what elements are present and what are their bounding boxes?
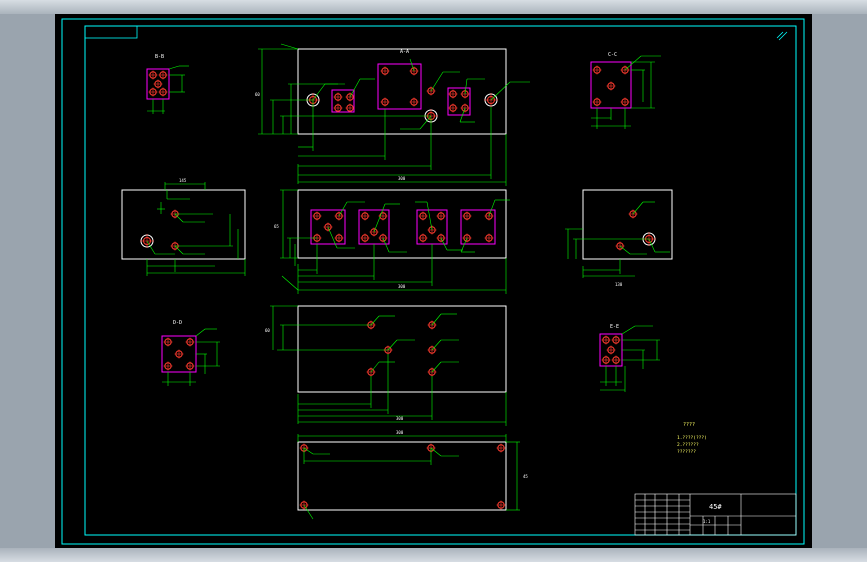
drawing-canvas: A-A 300 60 B-B C-C 145 300 65 130 300 60…	[61, 18, 805, 545]
svg-text:300: 300	[396, 416, 404, 421]
window-top-bar	[0, 0, 867, 14]
sheet-outer-border	[61, 18, 805, 545]
notes-line-1: 1.????(???)	[677, 435, 707, 441]
svg-text:C-C: C-C	[608, 52, 617, 58]
notes-line-2: 2.??????	[677, 442, 699, 448]
window-bottom-bar	[0, 548, 867, 562]
title-block-material: 45#	[709, 503, 722, 511]
notes-line-3: ???????	[677, 449, 696, 455]
svg-text:E-E: E-E	[610, 324, 619, 330]
detail-view-top-right: C-C	[590, 52, 661, 129]
roughness-symbol	[776, 31, 788, 41]
svg-text:D-D: D-D	[173, 320, 182, 326]
svg-text:A-A: A-A	[400, 49, 409, 55]
title-block-ratio: 1:1	[703, 519, 711, 524]
svg-text:300: 300	[398, 176, 406, 181]
detail-view-lower-left: D-D	[161, 320, 220, 386]
drawing-number-box	[84, 25, 138, 39]
svg-text:300: 300	[396, 430, 404, 435]
top-view: A-A 300 60	[255, 43, 530, 186]
svg-text:45: 45	[523, 474, 528, 479]
technical-notes: ???? 1.????(???) 2.?????? ???????	[677, 422, 707, 455]
sheet-inner-border	[84, 25, 797, 536]
svg-text:60: 60	[255, 92, 260, 97]
svg-text:300: 300	[398, 284, 406, 289]
side-view-left: 145	[121, 178, 246, 276]
title-block	[634, 493, 797, 536]
svg-text:B-B: B-B	[155, 54, 164, 60]
plate-view: 300 60	[265, 305, 507, 426]
detail-view-lower-right: E-E	[599, 324, 660, 392]
bottom-view: 300 45	[297, 430, 528, 520]
svg-text:145: 145	[179, 178, 187, 183]
side-view-right: 130	[565, 189, 673, 287]
svg-text:60: 60	[265, 328, 270, 333]
cad-viewport[interactable]: A-A 300 60 B-B C-C 145 300 65 130 300 60…	[55, 14, 812, 548]
detail-view-top-left: B-B	[146, 54, 189, 114]
svg-text:130: 130	[615, 282, 623, 287]
front-view: 300 65	[274, 189, 510, 294]
svg-text:65: 65	[274, 224, 279, 229]
notes-heading: ????	[683, 422, 695, 428]
